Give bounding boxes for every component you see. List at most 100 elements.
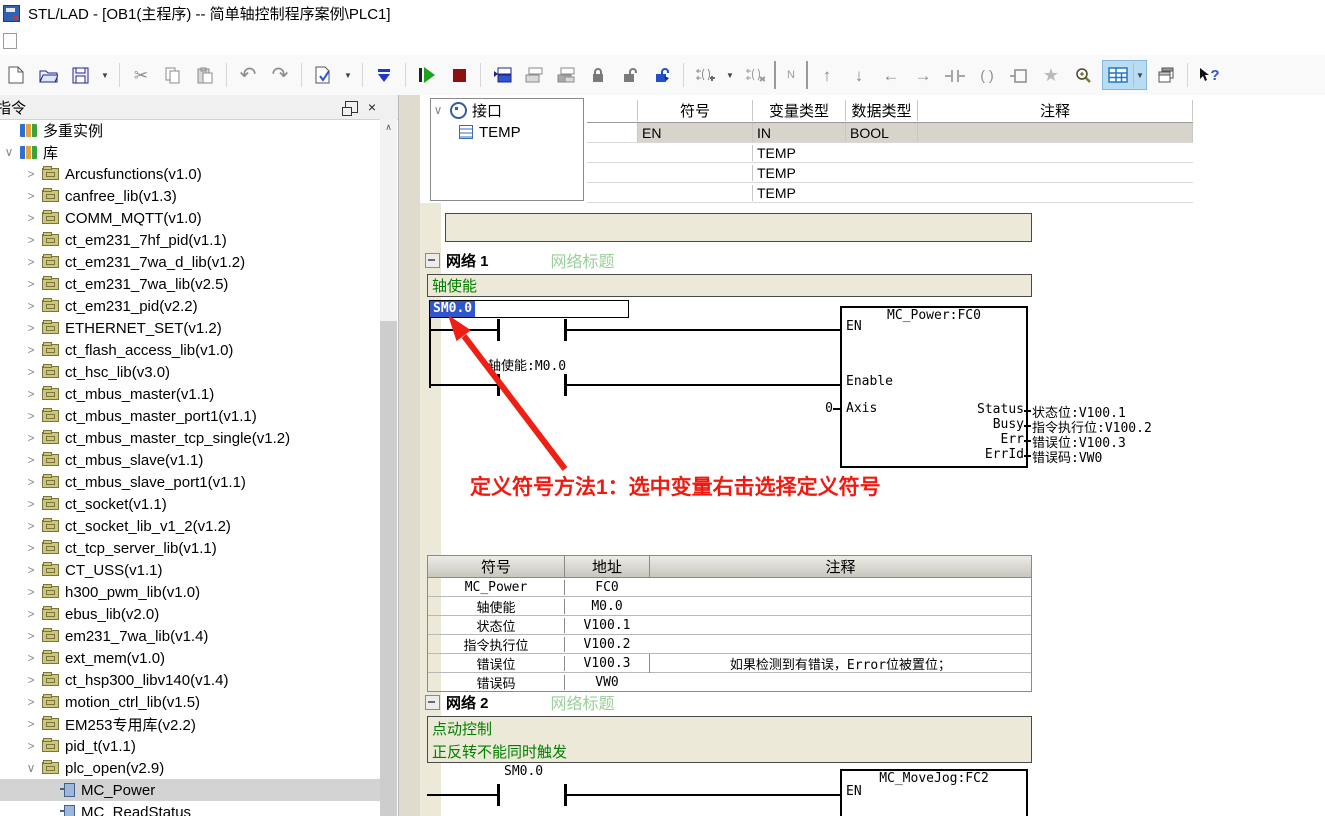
cell-var-type[interactable]: TEMP xyxy=(752,185,845,201)
unlock-icon[interactable] xyxy=(617,61,643,89)
chevron-icon[interactable]: > xyxy=(24,695,38,709)
program-comment-box[interactable] xyxy=(445,213,1032,242)
menu-item[interactable] xyxy=(95,38,113,44)
tree-item[interactable]: > pid_t(v1.1) xyxy=(0,735,380,757)
tree-item[interactable]: MC_Power xyxy=(0,779,380,801)
tree-item[interactable]: > ct_mbus_slave_port1(v1.1) xyxy=(0,471,380,493)
chevron-icon[interactable]: > xyxy=(24,651,38,665)
symbol-row[interactable]: 指令执行位 V100.2 xyxy=(428,635,1031,654)
network1-comment-box[interactable]: 轴使能 xyxy=(427,274,1032,297)
tree-item[interactable]: ∨ plc_open(v2.9) xyxy=(0,757,380,779)
chevron-icon[interactable]: > xyxy=(24,673,38,687)
chevron-icon[interactable]: ∨ xyxy=(2,145,16,159)
float-panel-icon[interactable] xyxy=(345,101,358,113)
tree-item[interactable]: > ct_mbus_master(v1.1) xyxy=(0,383,380,405)
chevron-icon[interactable]: > xyxy=(24,387,38,401)
tree-item[interactable]: > ct_mbus_master_tcp_single(v1.2) xyxy=(0,427,380,449)
chevron-icon[interactable]: > xyxy=(24,739,38,753)
compile-icon[interactable] xyxy=(310,61,336,89)
line-up-icon[interactable]: ↑ xyxy=(814,61,840,89)
help-icon[interactable]: ? xyxy=(1196,61,1222,89)
tree-item[interactable]: > ct_mbus_slave(v1.1) xyxy=(0,449,380,471)
table-view-dropdown-icon[interactable]: ▼ xyxy=(1133,63,1146,87)
cell-addr[interactable]: V100.1 xyxy=(564,618,649,633)
tree-item[interactable]: > ct_socket(v1.1) xyxy=(0,493,380,515)
tree-item[interactable]: > h300_pwm_lib(v1.0) xyxy=(0,581,380,603)
cell-var-type[interactable]: TEMP xyxy=(752,145,845,161)
tree-item[interactable]: > EM253专用库(v2.2) xyxy=(0,713,380,735)
chevron-icon[interactable]: ∨ xyxy=(24,761,38,775)
cell-var-type[interactable]: IN xyxy=(752,123,845,142)
menu-item[interactable] xyxy=(77,38,95,44)
insert-dropdown-icon[interactable]: ▼ xyxy=(724,61,736,89)
menu-item[interactable] xyxy=(23,38,41,44)
scroll-up-icon[interactable]: ∧ xyxy=(380,119,397,136)
menu-item[interactable] xyxy=(131,38,149,44)
variable-row[interactable]: TEMP xyxy=(587,183,1193,203)
contact2-operand[interactable]: 轴使能:M0.0 xyxy=(488,355,566,374)
coil-icon[interactable]: ( ) xyxy=(974,61,1000,89)
copy-icon[interactable] xyxy=(160,61,186,89)
chevron-icon[interactable]: > xyxy=(24,717,38,731)
panel-splitter[interactable] xyxy=(399,95,420,816)
symbol-row[interactable]: MC_Power FC0 xyxy=(428,578,1031,597)
chevron-icon[interactable]: > xyxy=(24,431,38,445)
interface-root-item[interactable]: ∨ 接口 xyxy=(431,99,583,121)
tile-horizontal-icon[interactable] xyxy=(521,61,547,89)
tree-item[interactable]: > ct_tcp_server_lib(v1.1) xyxy=(0,537,380,559)
close-panel-icon[interactable]: × xyxy=(368,100,376,114)
chevron-icon[interactable]: > xyxy=(24,607,38,621)
chevron-icon[interactable]: > xyxy=(24,365,38,379)
symbol-row[interactable]: 轴使能 M0.0 xyxy=(428,597,1031,616)
tree-item[interactable]: MC_ReadStatus xyxy=(0,801,380,816)
operand-edit-box[interactable]: SM0.0 xyxy=(429,300,629,318)
download-icon[interactable] xyxy=(371,61,397,89)
cell-addr[interactable]: V100.2 xyxy=(564,637,649,652)
box-icon[interactable] xyxy=(1006,61,1032,89)
chevron-icon[interactable]: > xyxy=(24,453,38,467)
contact2-bar[interactable] xyxy=(497,374,500,396)
line-down-icon[interactable]: ↓ xyxy=(846,61,872,89)
tree-item[interactable]: > canfree_lib(v1.3) xyxy=(0,185,380,207)
cascade-program-icon[interactable] xyxy=(489,61,515,89)
stop-icon[interactable] xyxy=(446,61,472,89)
menu-item[interactable] xyxy=(113,38,131,44)
open-file-icon[interactable] xyxy=(35,61,61,89)
network2-contact-bar[interactable] xyxy=(564,784,567,806)
chevron-icon[interactable]: > xyxy=(24,189,38,203)
network1-title-placeholder[interactable]: 网络标题 xyxy=(551,248,615,272)
compile-dropdown-icon[interactable]: ▼ xyxy=(342,61,354,89)
scrollbar-thumb[interactable] xyxy=(380,321,397,816)
chevron-icon[interactable]: > xyxy=(24,255,38,269)
tree-item[interactable]: > ct_socket_lib_v1_2(v1.2) xyxy=(0,515,380,537)
cell-var-type[interactable]: TEMP xyxy=(752,165,845,181)
chevron-down-icon[interactable]: ∨ xyxy=(431,103,445,117)
variable-row[interactable]: TEMP xyxy=(587,163,1193,183)
tree-item[interactable]: > Arcusfunctions(v1.0) xyxy=(0,163,380,185)
tree-item[interactable]: > ct_em231_7wa_d_lib(v1.2) xyxy=(0,251,380,273)
new-file-icon[interactable] xyxy=(3,61,29,89)
cell-comment[interactable] xyxy=(917,123,1193,142)
network2-title-placeholder[interactable]: 网络标题 xyxy=(551,690,615,714)
chevron-icon[interactable]: > xyxy=(24,167,38,181)
chevron-icon[interactable]: > xyxy=(24,321,38,335)
chevron-icon[interactable]: > xyxy=(24,519,38,533)
cascade-windows-icon[interactable] xyxy=(1153,61,1179,89)
table-view-icon[interactable] xyxy=(1105,61,1131,89)
line-left-icon[interactable]: ← xyxy=(878,61,904,89)
table-view-toggle[interactable]: ▼ xyxy=(1102,60,1147,90)
tile-vertical-icon[interactable] xyxy=(553,61,579,89)
tree-item[interactable]: > ct_em231_pid(v2.2) xyxy=(0,295,380,317)
cell-symbol[interactable]: MC_Power xyxy=(428,580,564,595)
tree-item[interactable]: > ct_em231_7hf_pid(v1.1) xyxy=(0,229,380,251)
tree-item[interactable]: > ct_mbus_master_port1(v1.1) xyxy=(0,405,380,427)
tree-item[interactable]: ∨ 库 xyxy=(0,141,380,163)
tree-item[interactable]: > ebus_lib(v2.0) xyxy=(0,603,380,625)
cell-symbol[interactable]: 错误码 xyxy=(428,673,564,692)
variable-row[interactable]: TEMP xyxy=(587,143,1193,163)
chevron-icon[interactable]: > xyxy=(24,409,38,423)
network2-contact-operand[interactable]: SM0.0 xyxy=(504,764,543,779)
chevron-icon[interactable]: > xyxy=(24,541,38,555)
menu-item[interactable] xyxy=(59,38,77,44)
axis-value[interactable]: 0 xyxy=(818,401,833,416)
